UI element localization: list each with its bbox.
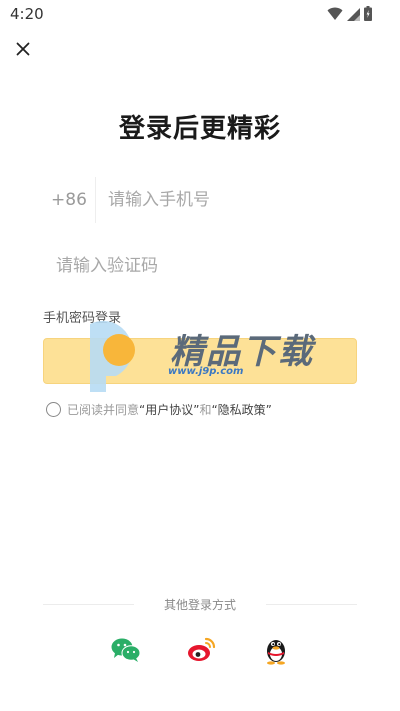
agreement-and: 和 bbox=[199, 403, 212, 417]
qq-login-button[interactable] bbox=[263, 634, 289, 666]
other-login-label: 其他登录方式 bbox=[164, 597, 237, 612]
other-login-divider: 其他登录方式 bbox=[43, 595, 358, 613]
weibo-icon bbox=[188, 637, 216, 661]
privacy-policy-link[interactable]: “隐私政策” bbox=[211, 401, 271, 418]
page-title: 登录后更精彩 bbox=[118, 114, 281, 144]
code-row bbox=[56, 244, 356, 288]
phone-row: +86 bbox=[43, 176, 357, 224]
status-icons bbox=[327, 6, 372, 25]
social-login-row bbox=[0, 634, 400, 666]
agreement-prefix: 已阅读并同意 bbox=[67, 403, 140, 417]
phone-input[interactable] bbox=[108, 190, 348, 210]
user-agreement-link[interactable]: “用户协议” bbox=[139, 401, 199, 418]
close-button[interactable] bbox=[12, 38, 34, 60]
weibo-login-button[interactable] bbox=[187, 634, 217, 666]
signal-icon bbox=[347, 6, 360, 25]
login-button[interactable] bbox=[43, 338, 357, 384]
agreement-radio[interactable] bbox=[46, 402, 61, 417]
country-code[interactable]: +86 bbox=[43, 190, 95, 210]
divider-line-left bbox=[43, 603, 134, 605]
agreement-row: 已阅读并同意 “用户协议” 和 “隐私政策” bbox=[46, 401, 272, 418]
wechat-login-button[interactable] bbox=[111, 634, 141, 666]
divider-line-right bbox=[266, 603, 358, 605]
divider bbox=[95, 177, 96, 223]
password-login-link[interactable]: 手机密码登录 bbox=[43, 307, 121, 326]
status-bar: 4:20 bbox=[0, 0, 400, 28]
qq-icon bbox=[267, 640, 285, 665]
wifi-icon bbox=[327, 6, 343, 25]
battery-icon bbox=[364, 6, 372, 25]
wechat-icon bbox=[111, 638, 141, 662]
status-time: 4:20 bbox=[10, 5, 44, 23]
close-icon bbox=[16, 42, 30, 56]
verification-code-input[interactable] bbox=[56, 256, 336, 276]
